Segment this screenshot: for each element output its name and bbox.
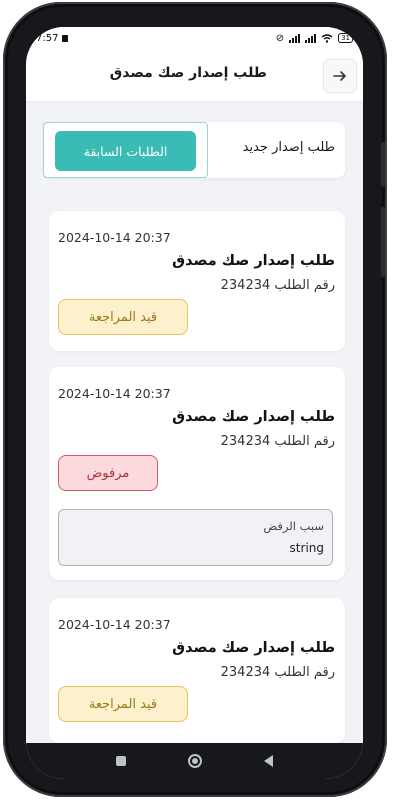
arrow-right-icon	[333, 71, 346, 81]
page-title: طلب إصدار صك مصدق	[109, 65, 267, 81]
request-order-number: رقم الطلب 234234	[220, 665, 335, 680]
request-card[interactable]: 2024-10-14 20:37 طلب إصدار صك مصدق رقم ا…	[49, 598, 345, 743]
status-badge-rejected: مرفوض	[58, 455, 158, 491]
request-date: 2024-10-14 20:37	[58, 386, 171, 401]
system-nav-bar	[26, 743, 363, 779]
back-button[interactable]	[323, 59, 357, 93]
rejection-reason-label: سبب الرفض	[263, 519, 324, 533]
signal-icon	[289, 33, 301, 43]
request-card[interactable]: 2024-10-14 20:37 طلب إصدار صك مصدق رقم ا…	[49, 211, 345, 351]
request-card-rejected[interactable]: 2024-10-14 20:37 طلب إصدار صك مصدق رقم ا…	[49, 367, 345, 580]
status-left: 7:57	[36, 32, 69, 44]
request-title: طلب إصدار صك مصدق	[172, 253, 335, 269]
status-badge-review: قيد المراجعة	[58, 299, 188, 335]
signal-icon-2	[305, 33, 317, 43]
request-date: 2024-10-14 20:37	[58, 230, 171, 245]
tab-new-request[interactable]: طلب إصدار جديد	[243, 140, 335, 155]
status-time: 7:57	[36, 32, 59, 44]
power-button	[381, 207, 385, 277]
wifi-icon	[321, 33, 333, 43]
status-right: ⊘ 31	[276, 33, 353, 44]
recents-icon[interactable]	[116, 756, 126, 766]
request-order-number: رقم الطلب 234234	[220, 434, 335, 449]
back-triangle-icon[interactable]	[264, 755, 273, 767]
app-header: طلب إصدار صك مصدق	[26, 49, 363, 101]
home-icon[interactable]	[188, 754, 202, 768]
status-badge-review: قيد المراجعة	[58, 686, 188, 722]
phone-frame: 7:57 ⊘ 31 طلب إصدار صك مصدق طلب إصدار جد…	[3, 2, 387, 797]
request-order-number: رقم الطلب 234234	[220, 278, 335, 293]
request-tabs: طلب إصدار جديد الطلبات السابقة	[43, 122, 345, 178]
request-title: طلب إصدار صك مصدق	[172, 409, 335, 425]
request-date: 2024-10-14 20:37	[58, 617, 171, 632]
request-title: طلب إصدار صك مصدق	[172, 640, 335, 656]
sim-icon	[62, 34, 69, 42]
mute-icon: ⊘	[275, 32, 285, 44]
tab-previous-frame: الطلبات السابقة	[43, 122, 208, 178]
rejection-reason-box: سبب الرفض string	[58, 509, 333, 566]
rejection-reason-value: string	[289, 541, 324, 555]
volume-button	[381, 142, 385, 187]
status-bar: 7:57 ⊘ 31	[26, 27, 363, 49]
battery-icon: 31	[338, 33, 353, 43]
tab-previous-requests[interactable]: الطلبات السابقة	[55, 131, 196, 171]
app-screen: 7:57 ⊘ 31 طلب إصدار صك مصدق طلب إصدار جد…	[26, 27, 363, 779]
